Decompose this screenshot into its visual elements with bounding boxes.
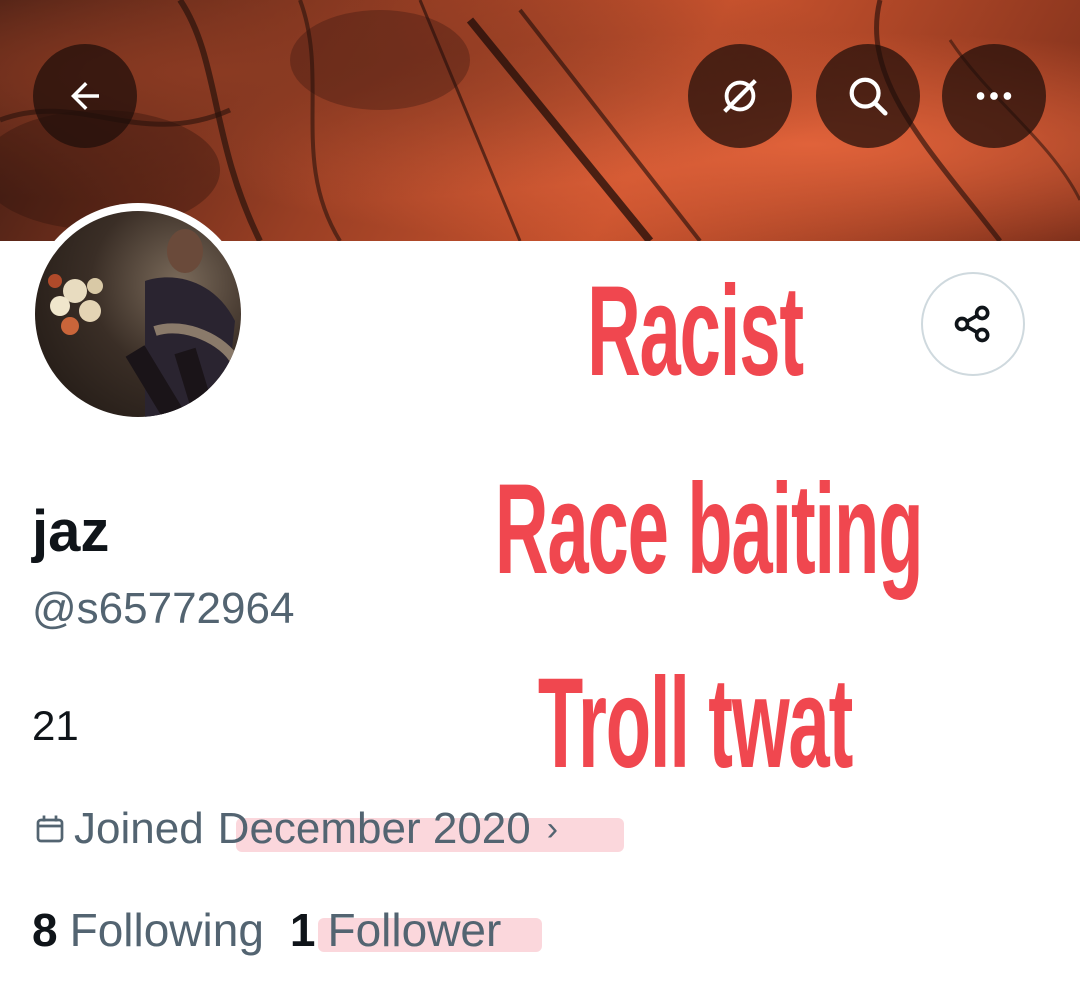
grok-button[interactable]	[688, 44, 792, 148]
following-count: 8	[32, 904, 58, 956]
calendar-icon	[36, 815, 64, 843]
following-link[interactable]: 8 Following	[32, 903, 264, 957]
avatar-image	[35, 211, 241, 417]
arrow-left-icon	[71, 82, 99, 110]
user-handle: @s65772964	[32, 584, 295, 633]
display-name: jaz	[32, 499, 110, 564]
more-button[interactable]	[942, 44, 1046, 148]
joined-date: December 2020	[217, 804, 531, 853]
joined-label: Joined	[74, 804, 204, 853]
share-button[interactable]	[921, 272, 1025, 376]
overlay-text-line1: Racist	[587, 260, 804, 403]
overlay-text-line2: Race baiting	[494, 458, 924, 601]
followers-link[interactable]: 1 Follower	[290, 903, 501, 957]
chevron-right-icon: ›	[546, 809, 559, 848]
more-dots-icon	[976, 92, 1012, 100]
follow-stats: 8 Following 1 Follower	[32, 903, 501, 957]
search-button[interactable]	[816, 44, 920, 148]
followers-label: Follower	[327, 904, 502, 956]
overlay-text-line3: Troll twat	[537, 652, 853, 795]
following-label: Following	[69, 904, 264, 956]
slash-circle-icon	[723, 79, 757, 113]
search-icon	[849, 77, 888, 116]
bio-text: 21	[32, 702, 79, 749]
share-icon	[954, 305, 990, 343]
avatar[interactable]	[27, 203, 249, 425]
joined-row[interactable]: Joined December 2020 ›	[32, 804, 558, 854]
back-button[interactable]	[33, 44, 137, 148]
followers-count: 1	[289, 904, 316, 956]
